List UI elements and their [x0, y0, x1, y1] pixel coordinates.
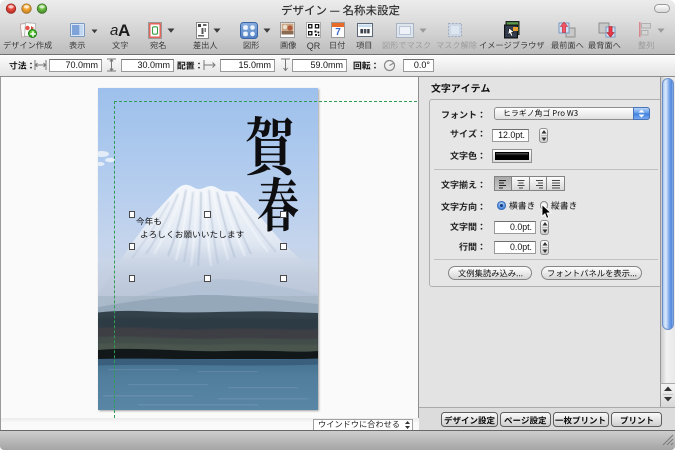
svg-text:7: 7 [335, 27, 341, 38]
